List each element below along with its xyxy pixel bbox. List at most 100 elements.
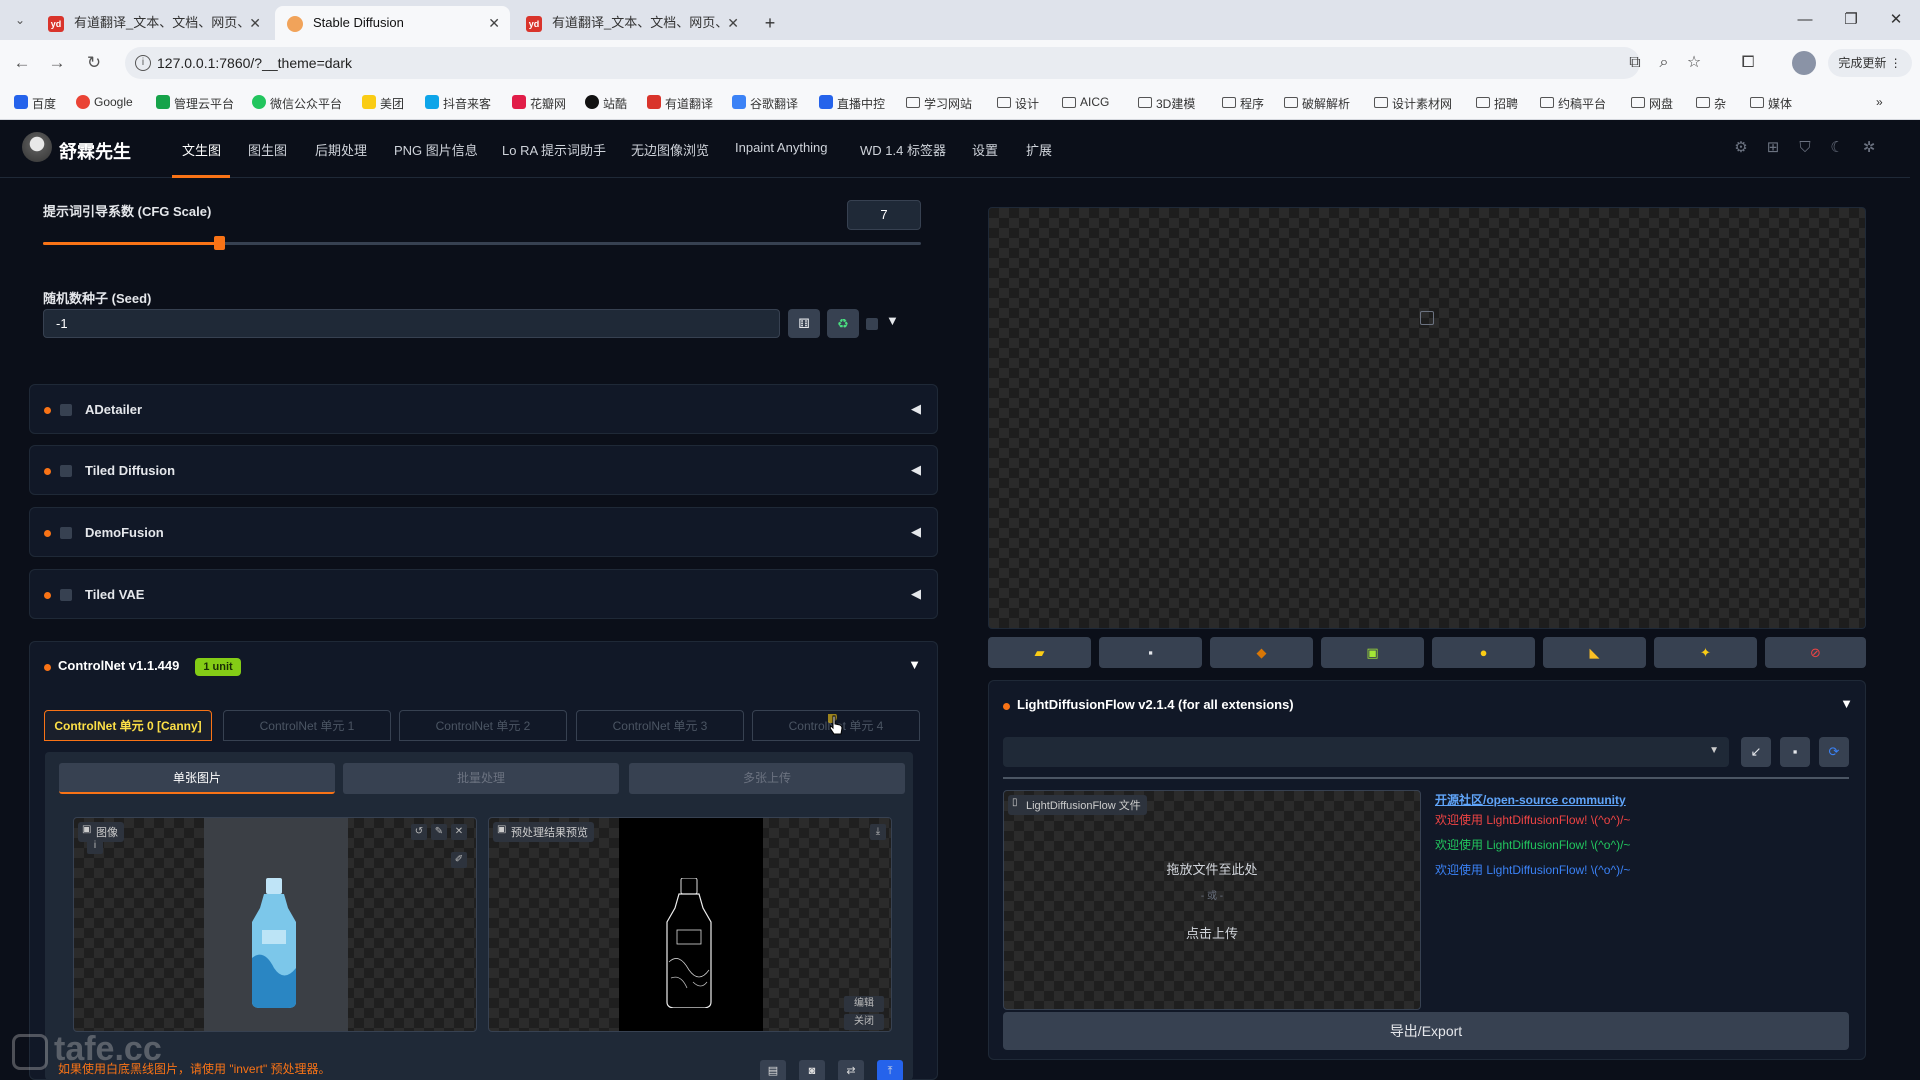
seed-expand-icon[interactable]: ▼ — [886, 313, 899, 328]
browser-tab-youdao-1[interactable]: yd 有道翻译_文本、文档、网页、 ✕ — [36, 6, 271, 40]
ldf-file-select[interactable]: ▼ — [1003, 737, 1729, 767]
forward-icon[interactable]: → — [47, 53, 67, 73]
moon-icon[interactable]: ☾ — [1828, 139, 1846, 157]
reload-icon[interactable]: ↻ — [84, 53, 104, 73]
tab-img2img[interactable]: 图生图 — [248, 140, 287, 159]
delete-icon[interactable]: ⊘ — [1765, 637, 1866, 668]
multi-upload-tab[interactable]: 多张上传 — [629, 763, 905, 794]
tab-close-icon[interactable]: ✕ — [727, 6, 739, 40]
accordion-demofusion[interactable]: DemoFusion ◀ — [29, 507, 938, 557]
cfg-scale-slider[interactable] — [43, 242, 921, 245]
bookmark-item[interactable]: 谷歌翻译 — [732, 95, 798, 112]
bookmark-folder[interactable]: 招聘 — [1476, 95, 1518, 112]
collapse-arrow-icon[interactable]: ◀ — [911, 524, 921, 540]
output-gallery[interactable] — [988, 207, 1866, 629]
browser-tab-stable-diffusion[interactable]: Stable Diffusion ✕ — [275, 6, 510, 40]
send-to-inpaint-icon[interactable]: ● — [1432, 637, 1535, 668]
extensions-icon[interactable]: ⧠ — [1738, 53, 1758, 73]
bookmark-item[interactable]: 花瓣网 — [512, 95, 566, 112]
bookmark-folder[interactable]: AICG — [1062, 95, 1109, 109]
controlnet-unit-1-tab[interactable]: ControlNet 单元 1 — [223, 710, 391, 741]
swap-icon[interactable]: ⇄ — [838, 1060, 864, 1080]
ldf-file-dropzone[interactable]: ▯ LightDiffusionFlow 文件 拖放文件至此处 - 或 - 点击上… — [1003, 790, 1421, 1010]
bookmark-folder[interactable]: 设计 — [997, 95, 1039, 112]
send-to-extras-icon[interactable]: ◣ — [1543, 637, 1646, 668]
reuse-seed-recycle-icon[interactable]: ♻ — [827, 309, 859, 338]
gear-icon[interactable]: ⚙ — [1732, 139, 1750, 157]
controlnet-input-image[interactable]: ▣ 图像 i ↺ ✎ ✕ ✐ — [73, 817, 477, 1032]
tab-extras[interactable]: 后期处理 — [315, 140, 367, 159]
controlnet-title[interactable]: ControlNet v1.1.449 — [58, 658, 179, 673]
bookmark-item[interactable]: 有道翻译 — [647, 95, 713, 112]
tab-search-icon[interactable]: ⌄ — [10, 10, 30, 30]
bookmark-folder[interactable]: 约稿平台 — [1540, 95, 1606, 112]
tab-close-icon[interactable]: ✕ — [249, 6, 261, 40]
bookmark-item[interactable]: Google — [76, 95, 133, 109]
bookmark-star-icon[interactable]: ☆ — [1684, 53, 1704, 73]
bookmark-folder[interactable]: 媒体 — [1750, 95, 1792, 112]
open-folder-icon[interactable]: ▰ — [988, 637, 1091, 668]
upload-icon[interactable]: ⤒ — [877, 1060, 903, 1080]
info-icon[interactable]: i — [87, 838, 103, 854]
close-icon[interactable]: ✕ — [451, 824, 467, 840]
back-icon[interactable]: ← — [12, 53, 32, 73]
accordion-tiled-vae[interactable]: Tiled VAE ◀ — [29, 569, 938, 619]
open-source-community-link[interactable]: 开源社区/open-source community — [1435, 791, 1626, 808]
edit-button[interactable]: 编辑 — [844, 996, 884, 1012]
camera-icon[interactable]: ◙ — [799, 1060, 825, 1080]
bookmark-item[interactable]: 微信公众平台 — [252, 95, 342, 112]
save-icon[interactable]: ▪ — [1099, 637, 1202, 668]
controlnet-unit-3-tab[interactable]: ControlNet 单元 3 — [576, 710, 744, 741]
accordion-tiled-diffusion[interactable]: Tiled Diffusion ◀ — [29, 445, 938, 495]
enable-checkbox[interactable] — [60, 465, 72, 477]
batch-tab[interactable]: 批量处理 — [343, 763, 619, 794]
bookmark-item[interactable]: 管理云平台 — [156, 95, 234, 112]
cfg-scale-input[interactable]: 7 — [847, 200, 921, 230]
collapse-arrow-icon[interactable]: ◀ — [911, 586, 921, 602]
url-text[interactable]: 127.0.0.1:7860/?__theme=dark — [157, 55, 352, 71]
update-button[interactable]: 完成更新 ⋮ — [1828, 49, 1912, 77]
tab-close-icon[interactable]: ✕ — [488, 6, 500, 40]
tab-infinite-image-browsing[interactable]: 无边图像浏览 — [631, 140, 709, 159]
more-bookmarks-icon[interactable]: » — [1876, 95, 1883, 109]
send-to-img2img-icon[interactable]: ▣ — [1321, 637, 1424, 668]
bookmark-folder[interactable]: 程序 — [1222, 95, 1264, 112]
bookmark-item[interactable]: 抖音来客 — [425, 95, 491, 112]
tab-inpaint-anything[interactable]: Inpaint Anything — [735, 140, 828, 155]
bookmark-item[interactable]: 美团 — [362, 95, 404, 112]
collapse-arrow-icon[interactable]: ◀ — [911, 462, 921, 478]
refresh-icon[interactable]: ⟳ — [1819, 737, 1849, 767]
close-window-icon[interactable]: ✕ — [1876, 6, 1916, 34]
bookmark-item[interactable]: 百度 — [14, 95, 56, 112]
tab-png-info[interactable]: PNG 图片信息 — [394, 140, 478, 159]
ldf-title[interactable]: LightDiffusionFlow v2.1.4 (for all exten… — [1017, 697, 1294, 712]
site-info-icon[interactable]: i — [135, 55, 151, 71]
tab-wd-tagger[interactable]: WD 1.4 标签器 — [860, 140, 946, 159]
single-image-tab[interactable]: 单张图片 — [59, 763, 335, 794]
bookmark-folder[interactable]: 设计素材网 — [1374, 95, 1452, 112]
collapse-arrow-icon[interactable]: ◀ — [911, 401, 921, 417]
url-omnibox[interactable]: i 127.0.0.1:7860/?__theme=dark — [125, 47, 1640, 79]
shirt-icon[interactable]: ⛉ — [1796, 139, 1814, 157]
zoom-icon[interactable]: ⌕ — [1654, 53, 1674, 73]
bookmark-item[interactable]: 直播中控 — [819, 95, 885, 112]
new-tab-button[interactable]: + — [752, 6, 788, 40]
restore-icon[interactable]: ❐ — [1831, 6, 1871, 34]
bookmark-item[interactable]: 站酷 — [585, 95, 627, 112]
undo-icon[interactable]: ↺ — [411, 824, 427, 840]
browser-tab-youdao-2[interactable]: yd 有道翻译_文本、文档、网页、 ✕ — [514, 6, 749, 40]
profile-avatar[interactable] — [1792, 51, 1816, 75]
tab-extensions[interactable]: 扩展 — [1026, 140, 1052, 159]
zip-archive-icon[interactable]: ◆ — [1210, 637, 1313, 668]
clipboard-icon[interactable]: ▤ — [760, 1060, 786, 1080]
bookmark-folder[interactable]: 3D建模 — [1138, 95, 1195, 112]
bookmark-folder[interactable]: 杂 — [1696, 95, 1726, 112]
sparkle-icon[interactable]: ✦ — [1654, 637, 1757, 668]
enable-checkbox[interactable] — [60, 527, 72, 539]
enable-checkbox[interactable] — [60, 589, 72, 601]
enable-checkbox[interactable] — [60, 404, 72, 416]
install-app-icon[interactable]: ⧉ — [1625, 53, 1645, 73]
draw-icon[interactable]: ✐ — [451, 852, 467, 868]
extra-seed-checkbox[interactable] — [866, 318, 878, 330]
bookmark-folder[interactable]: 学习网站 — [906, 95, 972, 112]
